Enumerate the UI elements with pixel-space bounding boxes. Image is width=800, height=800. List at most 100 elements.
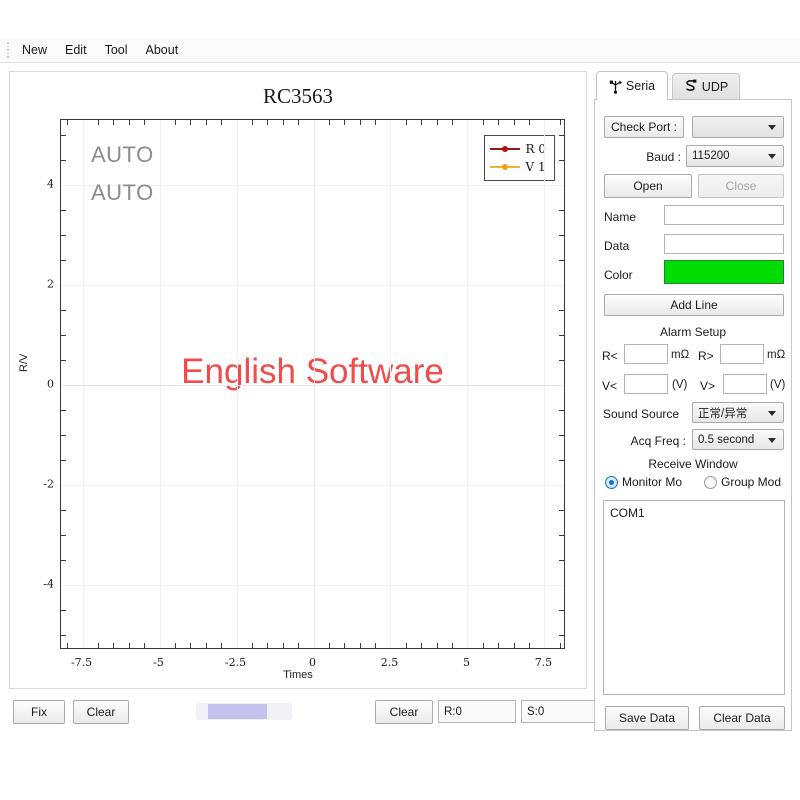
- x-axis-tick: [529, 120, 530, 125]
- name-input[interactable]: [664, 205, 784, 225]
- x-axis-tick: [298, 643, 299, 648]
- radio-group-mode[interactable]: Group Mod: [704, 475, 781, 489]
- menu-tool[interactable]: Tool: [96, 41, 137, 59]
- y-axis-tick: [559, 260, 564, 261]
- y-axis-tick: [559, 610, 564, 611]
- y-axis-tick: [61, 435, 66, 436]
- x-axis-tick: [190, 120, 191, 125]
- x-tick-label: 0: [309, 656, 316, 669]
- radio-monitor-indicator: [605, 476, 618, 489]
- y-axis-tick: [61, 410, 66, 411]
- tab-strip: Seria UDP: [594, 71, 792, 99]
- plot-area[interactable]: English Software R 0 V 1 AUTOAUTO: [60, 119, 565, 649]
- x-axis-tick: [421, 120, 422, 125]
- grid-line-vertical: [467, 120, 468, 648]
- grid-line-vertical: [83, 120, 84, 648]
- menu-drag-handle[interactable]: [3, 42, 13, 58]
- r-greater-input[interactable]: [720, 344, 764, 364]
- data-input[interactable]: [664, 234, 784, 254]
- x-axis-tick: [329, 643, 330, 648]
- close-button[interactable]: Close: [698, 174, 784, 198]
- data-label: Data: [604, 239, 629, 253]
- add-line-button[interactable]: Add Line: [604, 294, 784, 316]
- save-data-button[interactable]: Save Data: [605, 706, 689, 730]
- name-label: Name: [604, 210, 636, 224]
- acq-freq-select[interactable]: 0.5 second: [692, 429, 784, 450]
- x-axis-tick: [483, 643, 484, 648]
- radio-group-indicator: [704, 476, 717, 489]
- radio-monitor-label: Monitor Mo: [622, 475, 682, 489]
- r-greater-unit: mΩ: [767, 349, 785, 361]
- r-less-input[interactable]: [624, 344, 668, 364]
- y-axis-tick: [61, 460, 66, 461]
- v-less-input[interactable]: [624, 374, 668, 394]
- radio-monitor-mode[interactable]: Monitor Mo: [605, 475, 682, 489]
- chart-bottom-bar: Fix Clear Clear R:0 S:0: [9, 697, 587, 731]
- y-axis-tick: [559, 210, 564, 211]
- grid-line-vertical: [390, 120, 391, 648]
- x-axis-tick: [498, 120, 499, 125]
- acq-freq-value: 0.5 second: [698, 434, 754, 446]
- y-tick-label: 4: [26, 178, 54, 191]
- x-axis-tick: [406, 120, 407, 125]
- x-axis-tick: [360, 643, 361, 648]
- x-axis-tick: [175, 643, 176, 648]
- x-axis-tick: [206, 643, 207, 648]
- legend-label-r: R 0: [526, 142, 546, 156]
- chart-panel: RC3563 R/V Times English Software R 0 V …: [9, 71, 587, 689]
- y-axis-tick: [559, 235, 564, 236]
- y-tick-label: -4: [26, 578, 54, 591]
- x-axis-tick: [298, 120, 299, 125]
- menu-edit[interactable]: Edit: [56, 41, 96, 59]
- y-axis-tick: [61, 135, 66, 136]
- x-axis-tick: [375, 120, 376, 125]
- fix-button[interactable]: Fix: [13, 700, 65, 724]
- open-button[interactable]: Open: [604, 174, 692, 198]
- baud-select[interactable]: 115200: [686, 145, 784, 167]
- x-axis-tick: [221, 643, 222, 648]
- x-tick-label: -2.5: [225, 656, 246, 669]
- sound-source-select[interactable]: 正常/异常: [692, 402, 784, 423]
- clear-data-button[interactable]: Clear Data: [699, 706, 785, 730]
- y-axis-tick: [559, 135, 564, 136]
- tab-serial-label: Seria: [626, 79, 655, 93]
- x-tick-label: -5: [153, 656, 164, 669]
- r-greater-label: R>: [698, 349, 714, 363]
- v-greater-input[interactable]: [723, 374, 767, 394]
- tab-udp[interactable]: UDP: [672, 73, 740, 99]
- x-axis-tick: [360, 120, 361, 125]
- x-axis-tick: [437, 643, 438, 648]
- y-axis-tick: [559, 335, 564, 336]
- tab-udp-label: UDP: [702, 80, 728, 94]
- color-swatch[interactable]: [664, 260, 784, 284]
- x-axis-tick: [129, 120, 130, 125]
- x-axis-tick: [514, 643, 515, 648]
- clear-chart-button[interactable]: Clear: [73, 700, 129, 724]
- x-axis-tick: [437, 120, 438, 125]
- y-axis-tick: [559, 460, 564, 461]
- acq-freq-label: Acq Freq :: [620, 434, 686, 448]
- check-port-button[interactable]: Check Port :: [604, 116, 684, 138]
- sound-source-label: Sound Source: [603, 407, 679, 421]
- x-axis-tick: [498, 643, 499, 648]
- legend-entry-v: V 1: [490, 158, 546, 176]
- x-axis-tick: [98, 120, 99, 125]
- r-less-unit: mΩ: [671, 349, 689, 361]
- x-axis-tick: [421, 643, 422, 648]
- menu-about[interactable]: About: [137, 41, 188, 59]
- y-axis-tick: [61, 310, 66, 311]
- chart-title: RC3563: [10, 84, 586, 109]
- x-axis-tick: [144, 643, 145, 648]
- tx-count-field: S:0: [521, 700, 599, 723]
- application-window: New Edit Tool About RC3563 R/V Times Eng…: [0, 0, 800, 800]
- sound-source-value: 正常/异常: [698, 405, 747, 421]
- tab-serial[interactable]: Seria: [596, 71, 668, 100]
- menu-new[interactable]: New: [13, 41, 56, 59]
- x-axis-tick: [252, 643, 253, 648]
- receive-textarea[interactable]: COM1: [603, 500, 785, 695]
- clear-counters-button[interactable]: Clear: [375, 700, 433, 724]
- x-axis-tick: [98, 643, 99, 648]
- chevron-down-icon: [768, 438, 776, 443]
- port-select[interactable]: [692, 116, 784, 138]
- y-axis-tick: [61, 235, 66, 236]
